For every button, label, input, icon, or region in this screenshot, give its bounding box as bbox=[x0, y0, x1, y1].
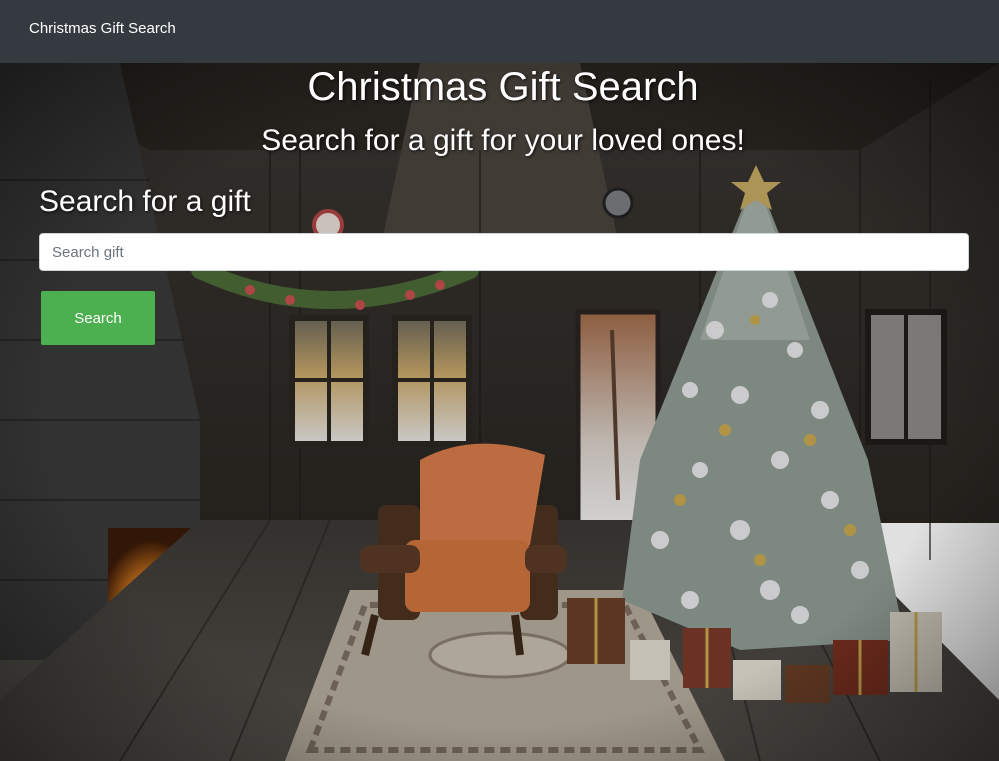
page-subtitle: Search for a gift for your loved ones! bbox=[261, 124, 745, 157]
top-navbar: Christmas Gift Search bbox=[0, 0, 999, 63]
page-title: Christmas Gift Search bbox=[307, 65, 699, 109]
search-gift-input[interactable] bbox=[39, 233, 969, 271]
search-form-heading: Search for a gift bbox=[39, 185, 251, 218]
background-image bbox=[0, 63, 999, 761]
search-button[interactable]: Search bbox=[41, 291, 155, 345]
navbar-brand-link[interactable]: Christmas Gift Search bbox=[29, 20, 176, 38]
